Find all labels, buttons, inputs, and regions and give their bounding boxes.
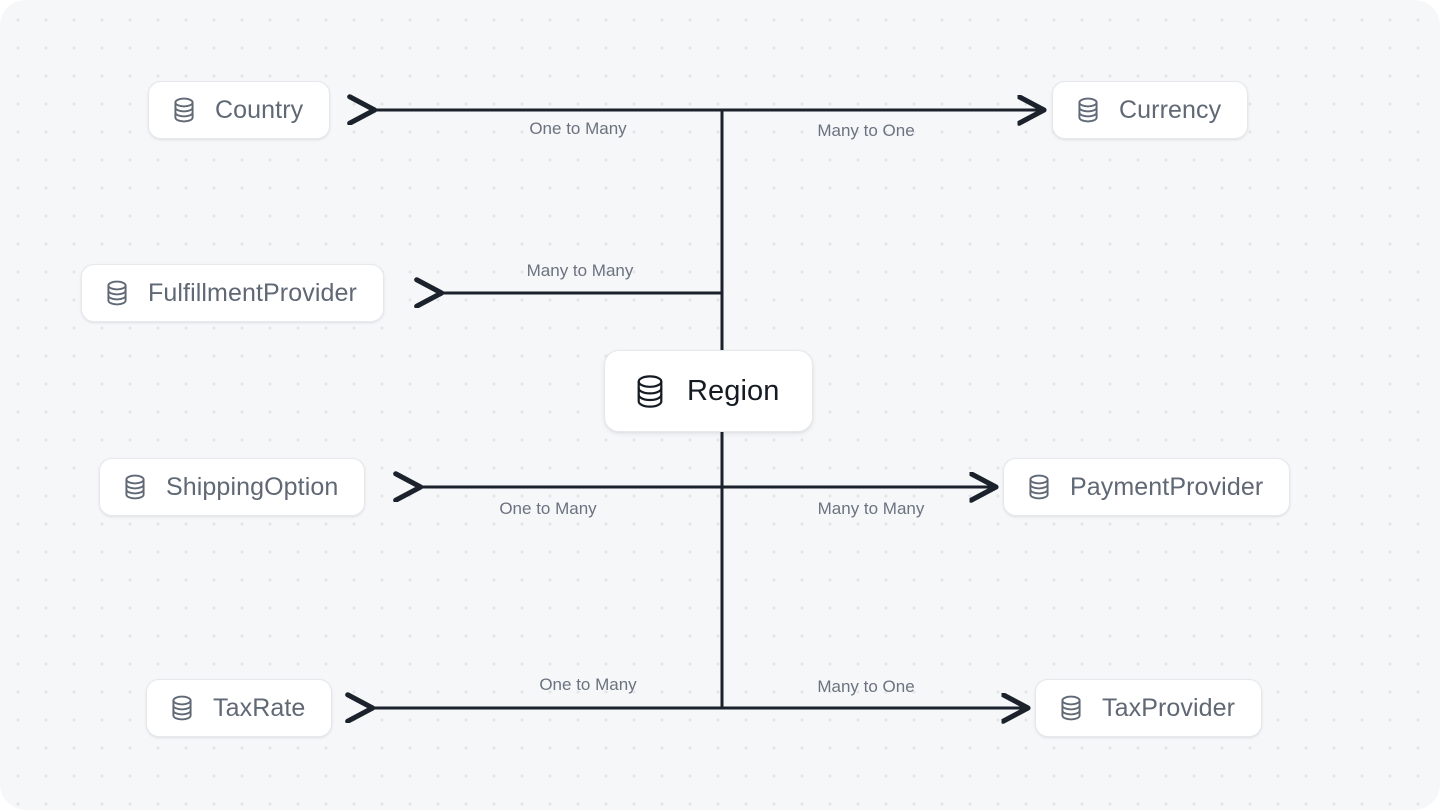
node-label: Region (687, 374, 780, 407)
node-label: Currency (1119, 95, 1222, 124)
database-icon (1058, 694, 1084, 722)
database-icon (1026, 473, 1052, 501)
node-label: Country (215, 95, 304, 124)
node-currency[interactable]: Currency (1052, 81, 1249, 139)
database-icon (122, 473, 148, 501)
edge-label-region-shipping-option: One to Many (499, 499, 597, 518)
edge-label-region-country: One to Many (529, 119, 627, 138)
database-icon (169, 694, 195, 722)
database-icon (171, 96, 197, 124)
node-label: TaxProvider (1102, 693, 1236, 722)
database-icon (104, 279, 130, 307)
node-fulfillment-provider[interactable]: FulfillmentProvider (81, 264, 384, 322)
edge-label-region-tax-rate: One to Many (539, 675, 637, 694)
node-label: FulfillmentProvider (148, 278, 357, 307)
node-tax-provider[interactable]: TaxProvider (1035, 679, 1263, 737)
node-label: ShippingOption (166, 472, 339, 501)
edge-label-region-payment-provider: Many to Many (817, 499, 925, 518)
edge-label-region-currency: Many to One (817, 121, 915, 140)
edge-label-region-fulfillment-provider: Many to Many (526, 261, 634, 280)
node-region[interactable]: Region (604, 350, 813, 432)
node-label: TaxRate (213, 693, 306, 722)
node-payment-provider[interactable]: PaymentProvider (1003, 458, 1291, 516)
node-tax-rate[interactable]: TaxRate (146, 679, 333, 737)
node-shipping-option[interactable]: ShippingOption (99, 458, 366, 516)
node-country[interactable]: Country (148, 81, 331, 139)
edge-label-region-tax-provider: Many to One (817, 677, 915, 696)
database-icon (633, 373, 667, 410)
diagram-canvas[interactable]: One to Many Many to One Many to Many One… (0, 0, 1440, 810)
database-icon (1075, 96, 1101, 124)
node-label: PaymentProvider (1070, 472, 1264, 501)
